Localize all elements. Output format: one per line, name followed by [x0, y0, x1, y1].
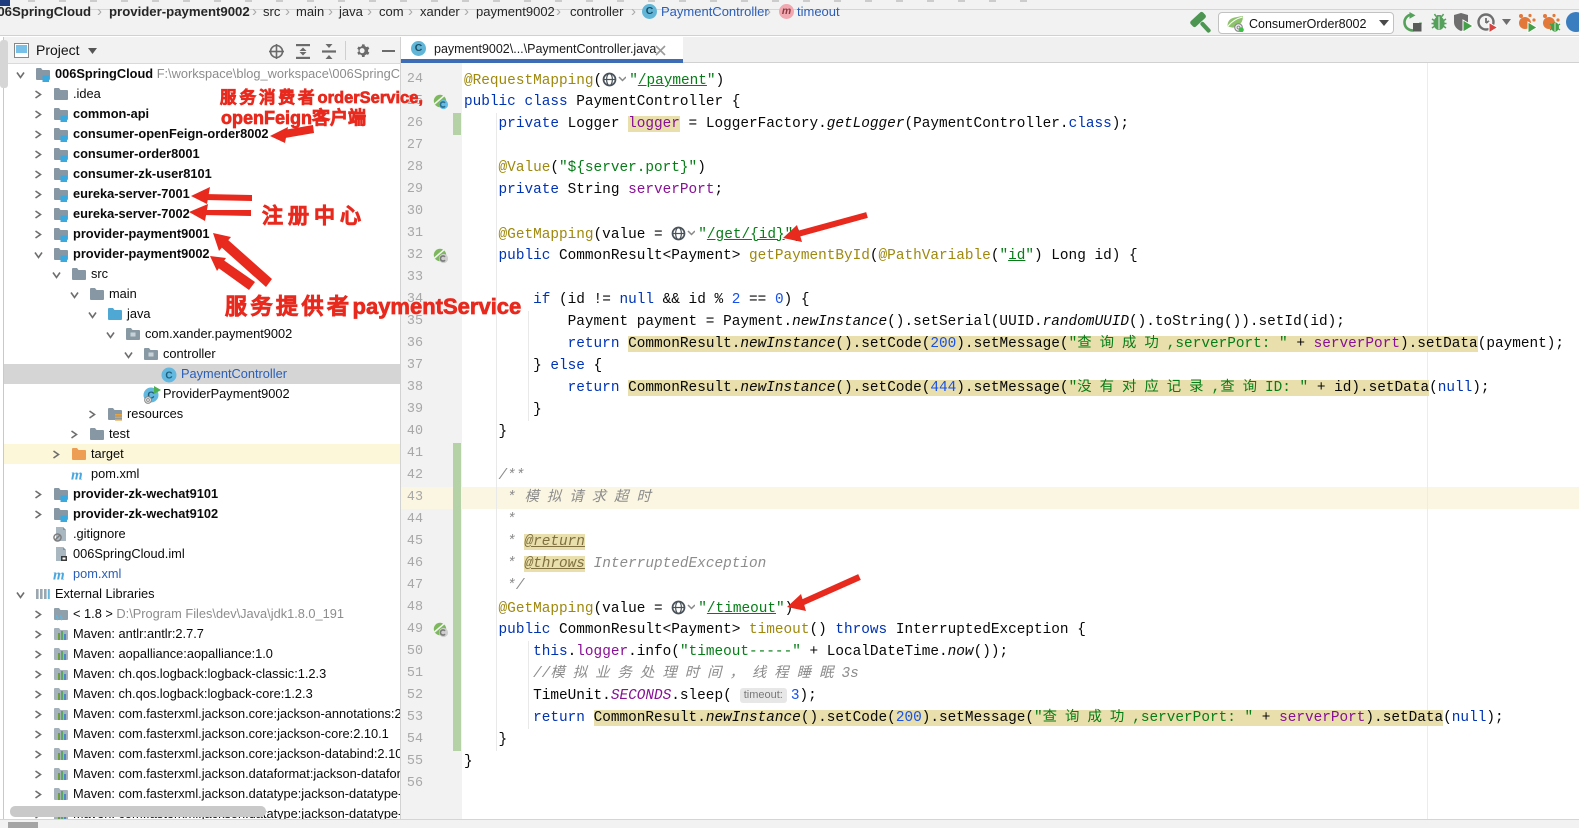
svg-text:m: m: [53, 568, 65, 583]
svg-text:C: C: [165, 371, 172, 382]
svg-text:m: m: [71, 468, 83, 483]
